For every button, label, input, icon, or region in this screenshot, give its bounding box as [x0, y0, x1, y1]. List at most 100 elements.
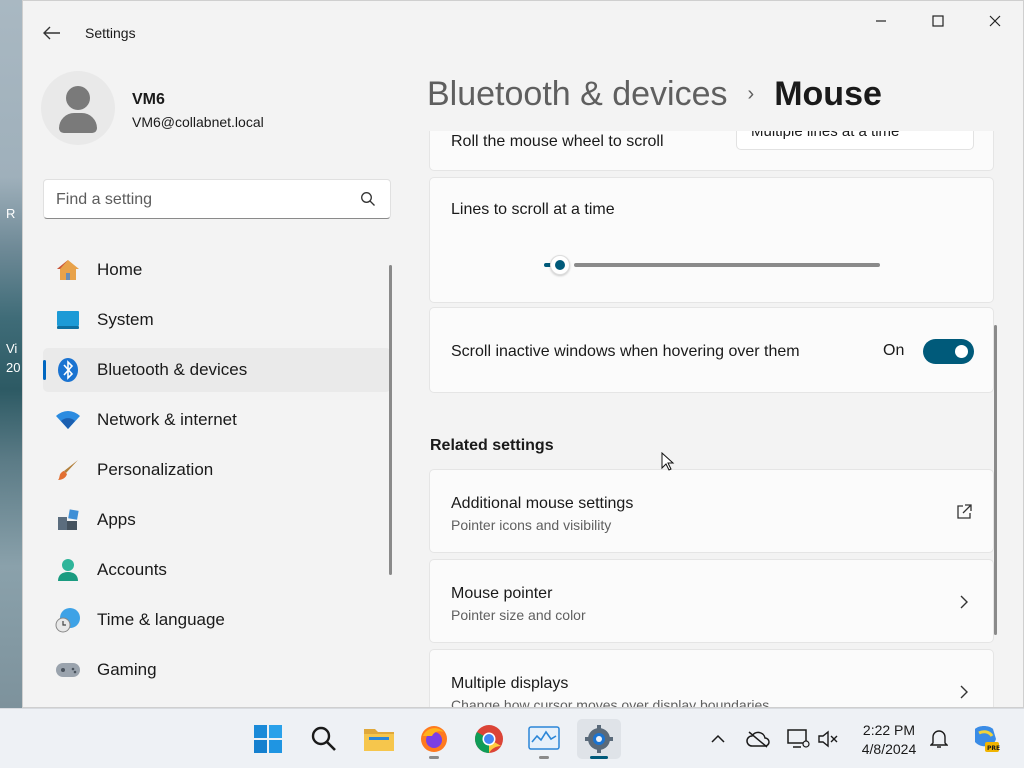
bluetooth-icon: [55, 357, 81, 383]
sidebar-item-gaming[interactable]: Gaming: [43, 648, 391, 692]
settings-window: Settings VM6 VM6@collabnet.local Home: [22, 0, 1024, 708]
accounts-icon: [55, 557, 81, 583]
content-scrollbar[interactable]: [994, 325, 997, 635]
related-item-additional-mouse-settings[interactable]: Additional mouse settings Pointer icons …: [429, 469, 994, 553]
breadcrumb: Bluetooth & devices › Mouse: [427, 75, 882, 114]
related-item-mouse-pointer[interactable]: Mouse pointer Pointer size and color: [429, 559, 994, 643]
sidebar-item-time-language[interactable]: Time & language: [43, 598, 391, 642]
nav-label: System: [97, 310, 154, 329]
user-email: VM6@collabnet.local: [132, 114, 264, 130]
scroll-inactive-toggle[interactable]: [923, 339, 974, 364]
related-item-subtitle: Pointer size and color: [451, 607, 586, 623]
related-item-title: Mouse pointer: [451, 585, 553, 602]
network-tray-icon[interactable]: [786, 727, 810, 751]
window-controls: [852, 1, 1023, 41]
nav-label: Accounts: [97, 560, 167, 579]
notifications-button[interactable]: [927, 727, 951, 751]
avatar[interactable]: [41, 71, 115, 145]
setting-label: Scroll inactive windows when hovering ov…: [451, 343, 800, 360]
taskbar: 2:22 PM 4/8/2024 PRE: [0, 708, 1024, 768]
nav-label: Personalization: [97, 460, 214, 479]
file-explorer-button[interactable]: [357, 719, 401, 759]
nav-label: Gaming: [97, 660, 157, 679]
nav-label: Home: [97, 260, 143, 279]
maximize-button[interactable]: [909, 1, 966, 41]
firefox-button[interactable]: [412, 719, 456, 759]
breadcrumb-parent[interactable]: Bluetooth & devices: [427, 75, 728, 114]
search-icon[interactable]: [360, 191, 376, 207]
related-settings-title: Related settings: [430, 437, 554, 454]
desktop-text-fragment: Vi: [6, 341, 18, 356]
user-name: VM6: [132, 91, 165, 108]
search-input[interactable]: [56, 189, 346, 211]
sidebar-item-personalization[interactable]: Personalization: [43, 448, 391, 492]
nav-label: Apps: [97, 510, 136, 529]
close-icon: [989, 15, 1000, 27]
chrome-icon: [475, 725, 503, 753]
back-button[interactable]: [37, 19, 67, 47]
settings-content: Roll the mouse wheel to scroll Multiple …: [429, 131, 995, 708]
sidebar-item-network-internet[interactable]: Network & internet: [43, 398, 391, 442]
sidebar-item-system[interactable]: System: [43, 298, 391, 342]
start-button[interactable]: [246, 719, 290, 759]
taskbar-search-button[interactable]: [302, 719, 346, 759]
window-title: Settings: [85, 25, 136, 41]
close-button[interactable]: [966, 1, 1023, 41]
mouse-cursor-icon: [661, 452, 675, 471]
sidebar-item-bluetooth-devices[interactable]: Bluetooth & devices: [43, 348, 391, 392]
folder-icon: [364, 729, 394, 751]
external-link-icon: [955, 503, 973, 521]
search-box[interactable]: [43, 179, 391, 219]
nav-list: Home System Bluetooth & devices Network …: [43, 248, 391, 698]
task-manager-icon: [528, 726, 560, 750]
desktop-background: R Vi 20: [0, 0, 22, 708]
sidebar-item-accounts[interactable]: Accounts: [43, 548, 391, 592]
lines-to-scroll-card: Lines to scroll at a time: [429, 177, 994, 303]
chevron-up-icon: [711, 734, 725, 743]
page-title: Mouse: [774, 75, 882, 113]
settings-taskbar-button[interactable]: [577, 719, 621, 759]
onedrive-tray-icon[interactable]: [746, 727, 770, 751]
gamepad-icon: [55, 657, 81, 683]
clock-globe-icon: [55, 607, 81, 633]
sidebar-item-apps[interactable]: Apps: [43, 498, 391, 542]
breadcrumb-separator: ›: [747, 83, 755, 105]
lines-to-scroll-slider[interactable]: [550, 255, 570, 275]
chrome-button[interactable]: [467, 719, 511, 759]
sidebar-item-home[interactable]: Home: [43, 248, 391, 292]
clock-time: 2:22 PM: [862, 722, 916, 738]
related-item-title: Additional mouse settings: [451, 495, 634, 512]
system-icon: [55, 307, 81, 333]
slider-track[interactable]: [574, 263, 880, 267]
nav-label: Time & language: [97, 610, 225, 629]
desktop-text-fragment: 20: [6, 360, 21, 375]
apps-icon: [55, 507, 81, 533]
brush-icon: [55, 457, 81, 483]
show-hidden-icons-button[interactable]: [706, 727, 730, 751]
cloud-icon: [746, 731, 770, 748]
copilot-button[interactable]: PRE: [970, 723, 1000, 753]
roll-wheel-card: Roll the mouse wheel to scroll Multiple …: [429, 131, 994, 171]
sidebar-scrollbar[interactable]: [389, 265, 392, 575]
minimize-button[interactable]: [852, 1, 909, 41]
nav-label: Bluetooth & devices: [97, 360, 248, 379]
roll-wheel-dropdown[interactable]: Multiple lines at a time: [736, 131, 974, 150]
title-bar: Settings: [23, 1, 1023, 45]
related-item-title: Multiple displays: [451, 675, 569, 692]
related-item-subtitle: Change how cursor moves over display bou…: [451, 697, 770, 708]
task-manager-button[interactable]: [522, 719, 566, 759]
search-icon: [311, 726, 336, 751]
volume-muted-icon: [818, 730, 838, 748]
related-item-subtitle: Pointer icons and visibility: [451, 517, 612, 533]
desktop-text-fragment: R: [6, 206, 16, 221]
setting-label: Lines to scroll at a time: [451, 201, 615, 218]
svg-text:PRE: PRE: [987, 745, 1000, 752]
taskbar-clock[interactable]: 2:22 PM 4/8/2024: [852, 721, 926, 759]
windows-logo-icon: [254, 725, 282, 753]
related-item-multiple-displays[interactable]: Multiple displays Change how cursor move…: [429, 649, 994, 708]
volume-tray-icon[interactable]: [816, 727, 840, 751]
bell-icon: [930, 730, 948, 748]
firefox-icon: [421, 726, 447, 752]
toggle-state-label: On: [883, 342, 905, 359]
copilot-icon: PRE: [975, 726, 1000, 752]
